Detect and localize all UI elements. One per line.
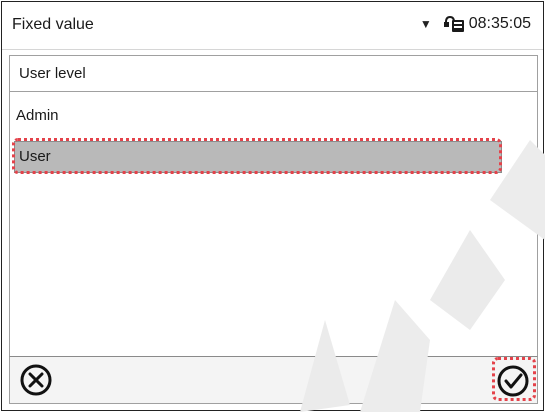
screen-title: Fixed value [12,16,94,33]
footer-bar [9,356,538,404]
app-window: Fixed value ▼ 08:35:05 User level Admin … [1,1,544,411]
lock-icon [443,15,464,32]
list-header: User level [10,56,537,92]
confirm-button-highlight [492,357,536,401]
list-header-label: User level [19,65,86,82]
status-area: ▼ 08:35:05 [420,14,531,34]
user-level-list: User level Admin User [9,55,538,357]
option-admin[interactable]: Admin [10,97,537,133]
user-option-highlight [12,138,502,174]
clock-time: 08:35:05 [468,15,531,32]
top-bar: Fixed value ▼ 08:35:05 [2,2,543,50]
cancel-icon[interactable] [18,362,54,398]
dropdown-arrow-icon[interactable]: ▼ [420,17,432,31]
option-admin-label: Admin [16,107,59,124]
